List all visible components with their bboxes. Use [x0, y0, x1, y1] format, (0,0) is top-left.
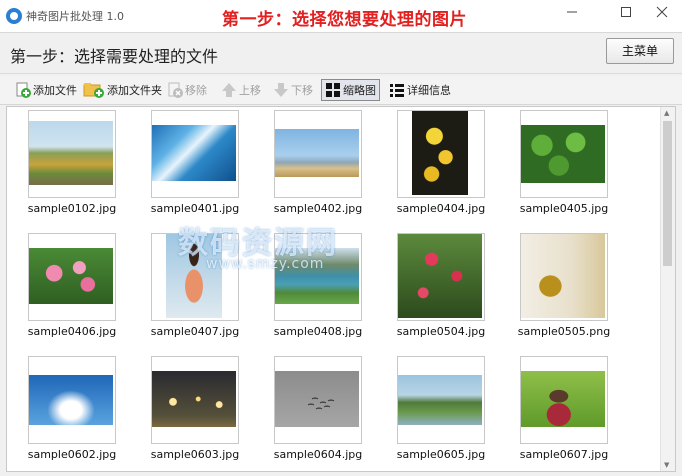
site-watermark-url: www.smzy.com: [206, 256, 325, 272]
thumbnail-item[interactable]: sample0607.jpg: [510, 356, 618, 461]
photo-girl-field: [521, 371, 605, 427]
file-name: sample0408.jpg: [273, 325, 363, 338]
title-bar: 神奇图片批处理 1.0 第一步：选择您想要处理的图片: [0, 0, 682, 33]
move-up-button[interactable]: 上移: [218, 79, 264, 101]
thumbnail-item[interactable]: sample0504.jpg: [387, 233, 495, 338]
file-name: sample0607.jpg: [519, 448, 609, 461]
file-name: sample0504.jpg: [396, 325, 486, 338]
add-file-button[interactable]: 添加文件: [12, 79, 80, 101]
close-icon: [656, 6, 668, 18]
thumbnail-item[interactable]: sample0102.jpg: [18, 110, 126, 215]
move-up-label: 上移: [239, 84, 261, 97]
photo-blue-sky: [29, 375, 113, 425]
photo-red-flowers: [398, 234, 482, 318]
thumbnails-view-button[interactable]: 缩略图: [321, 79, 380, 101]
photo-green-leaves: [521, 125, 605, 183]
file-name: sample0407.jpg: [150, 325, 240, 338]
file-name: sample0405.jpg: [519, 202, 609, 215]
thumbnail-item[interactable]: sample0603.jpg: [141, 356, 249, 461]
thumbnail-item[interactable]: sample0602.jpg: [18, 356, 126, 461]
scroll-down-icon[interactable]: ▼: [664, 461, 669, 469]
move-down-button[interactable]: 下移: [270, 79, 316, 101]
thumbnail-item[interactable]: sample0406.jpg: [18, 233, 126, 338]
remove-icon: [167, 82, 183, 98]
add-file-icon: [15, 82, 31, 98]
step-label: 第一步：选择需要处理的文件: [10, 47, 219, 66]
main-menu-button[interactable]: 主菜单: [606, 38, 674, 64]
thumbnails-label: 缩略图: [343, 84, 376, 97]
step-banner: 第一步：选择您想要处理的图片: [222, 10, 467, 30]
add-folder-icon: [83, 82, 105, 98]
app-title: 神奇图片批处理 1.0: [26, 10, 124, 23]
birds-icon: [307, 397, 335, 410]
arrow-down-icon: [273, 82, 289, 98]
maximize-icon: [621, 7, 631, 17]
details-view-button[interactable]: 详细信息: [386, 79, 454, 101]
arrow-up-icon: [221, 82, 237, 98]
file-name: sample0401.jpg: [150, 202, 240, 215]
list-view-icon: [389, 82, 405, 98]
grid-view-icon: [325, 82, 341, 98]
add-file-label: 添加文件: [33, 84, 77, 97]
file-name: sample0602.jpg: [27, 448, 117, 461]
thumbnail-item[interactable]: sample0604.jpg: [264, 356, 372, 461]
photo-river-bank: [398, 375, 482, 425]
file-name: sample0406.jpg: [27, 325, 117, 338]
file-name: sample0505.png: [517, 325, 611, 338]
app-logo-icon: [6, 8, 22, 24]
file-name: sample0605.jpg: [396, 448, 486, 461]
photo-blue-abstract: [152, 125, 236, 181]
add-folder-button[interactable]: 添加文件夹: [80, 79, 165, 101]
photo-coast-town: [275, 129, 359, 177]
remove-label: 移除: [185, 84, 207, 97]
minimize-icon: [567, 11, 577, 13]
thumbnail-item[interactable]: sample0402.jpg: [264, 110, 372, 215]
thumbnail-item[interactable]: sample0505.png: [510, 233, 618, 338]
photo-yellow-ginkgo: [412, 111, 468, 195]
thumbnail-item[interactable]: sample0404.jpg: [387, 110, 495, 215]
add-folder-label: 添加文件夹: [107, 84, 162, 97]
file-name: sample0604.jpg: [273, 448, 363, 461]
close-button[interactable]: [640, 0, 682, 30]
file-name: sample0102.jpg: [27, 202, 117, 215]
file-name: sample0603.jpg: [150, 448, 240, 461]
thumbnail-item[interactable]: sample0405.jpg: [510, 110, 618, 215]
step-bar: 第一步：选择需要处理的文件: [0, 33, 682, 74]
scroll-up-icon[interactable]: ▲: [664, 109, 669, 117]
photo-flowers-park: [29, 121, 113, 185]
remove-button[interactable]: 移除: [164, 79, 210, 101]
vertical-scrollbar[interactable]: ▲ ▼: [660, 107, 675, 471]
move-down-label: 下移: [291, 84, 313, 97]
photo-birds-grey-sky: [275, 371, 359, 427]
scrollbar-thumb[interactable]: [663, 121, 672, 266]
minimize-button[interactable]: [550, 0, 594, 30]
file-name: sample0402.jpg: [273, 202, 363, 215]
thumbnail-grid[interactable]: sample0102.jpg sample0401.jpg sample0402…: [6, 106, 676, 472]
photo-bottle: [521, 234, 605, 318]
photo-night-lights: [152, 371, 236, 427]
toolbar: 添加文件 添加文件夹 移除 上移 下移 缩略图 详细信息: [0, 76, 682, 105]
file-name: sample0404.jpg: [396, 202, 486, 215]
thumbnail-item[interactable]: sample0401.jpg: [141, 110, 249, 215]
thumbnail-item[interactable]: sample0605.jpg: [387, 356, 495, 461]
photo-pink-blossoms: [29, 248, 113, 304]
details-label: 详细信息: [407, 84, 451, 97]
